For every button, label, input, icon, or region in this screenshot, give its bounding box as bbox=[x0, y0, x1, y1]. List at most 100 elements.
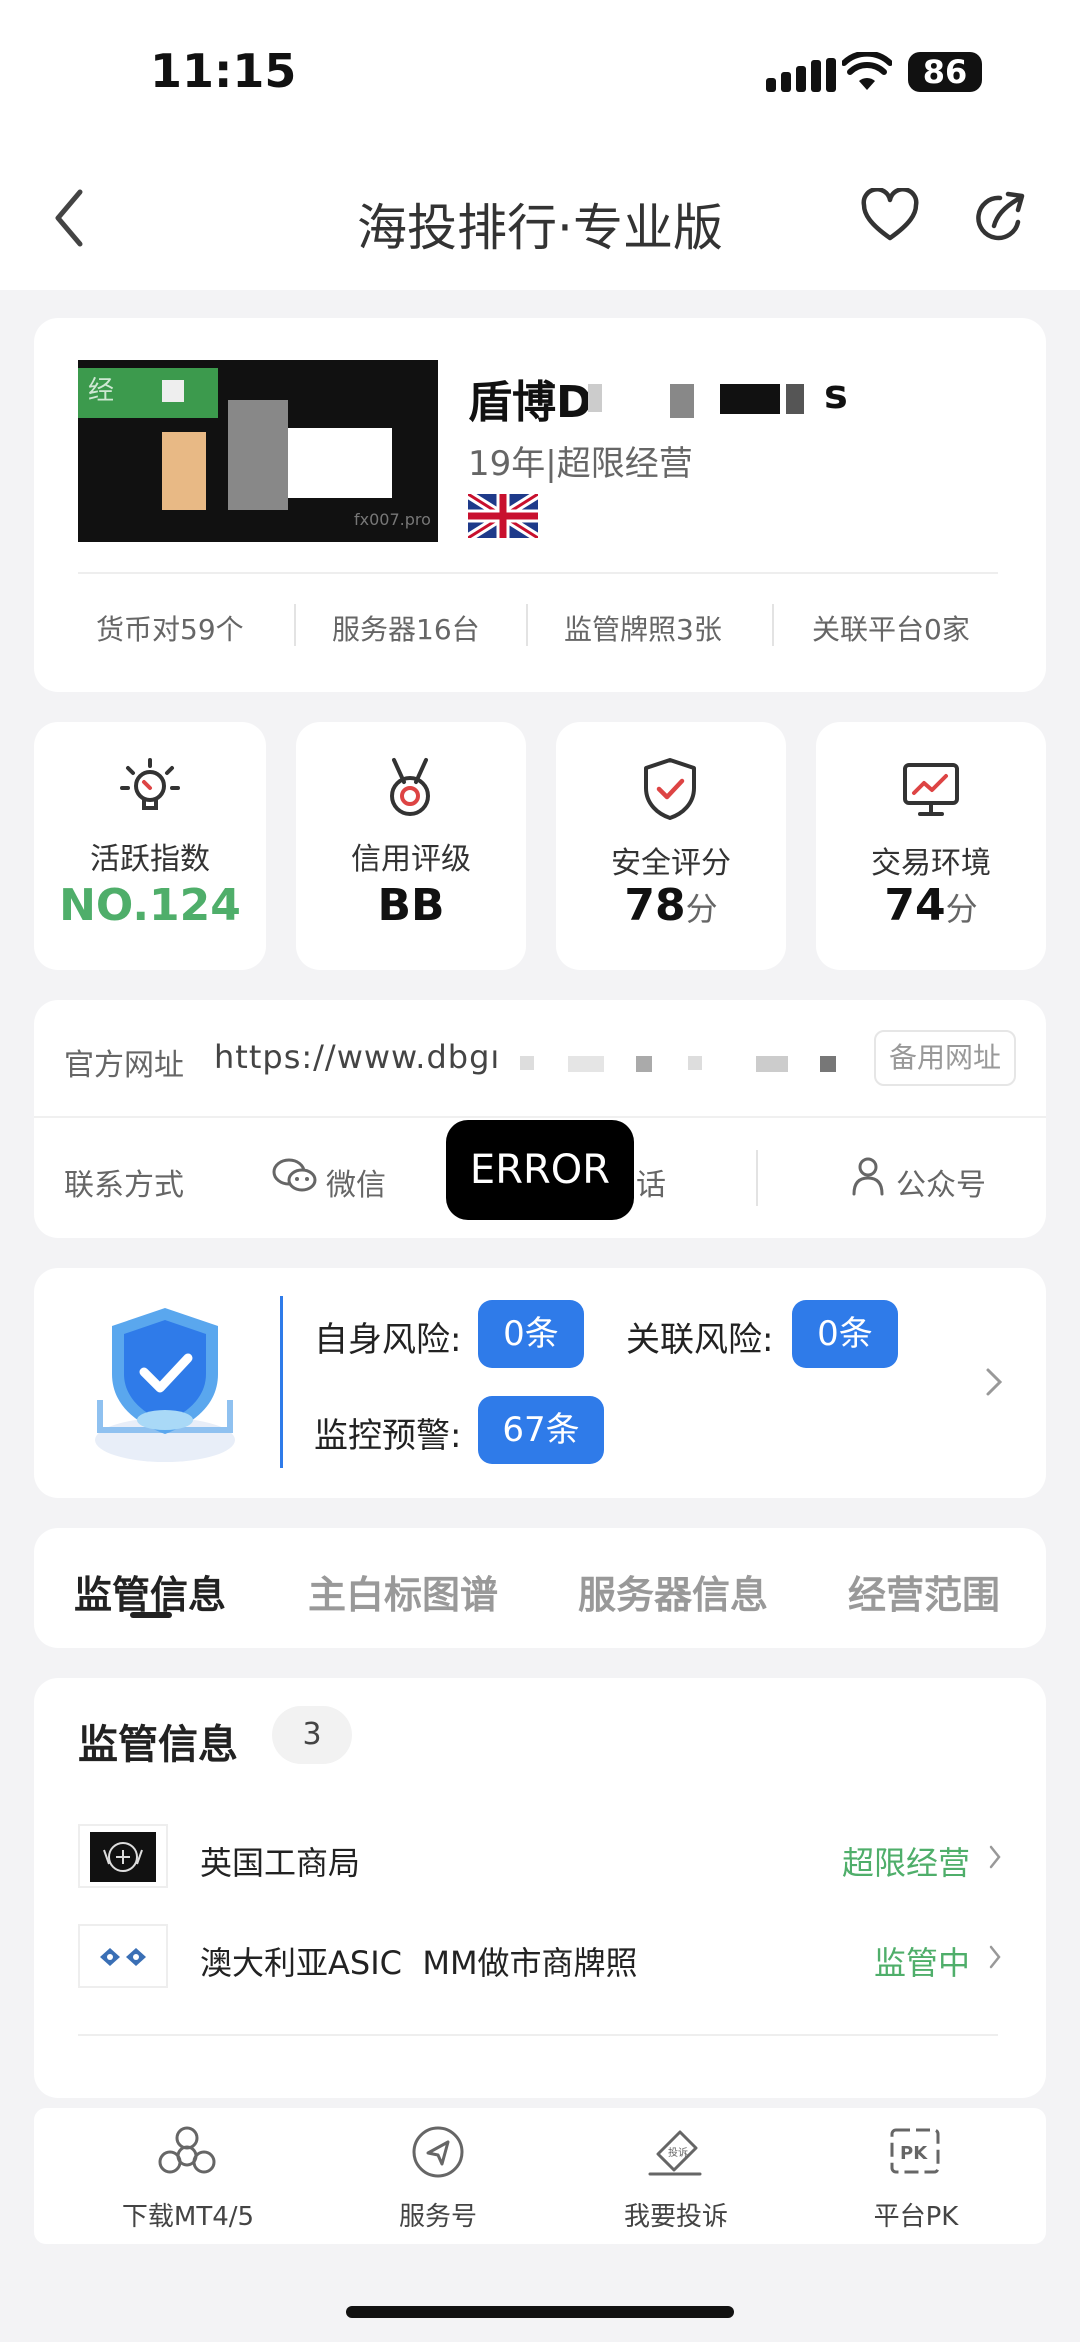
regulation-count-badge: 3 bbox=[272, 1706, 352, 1764]
regulation-divider bbox=[78, 2034, 998, 2036]
license-badge-text: 经 bbox=[88, 376, 115, 406]
error-toast: ERROR bbox=[446, 1120, 634, 1220]
name-mosaic bbox=[720, 384, 780, 414]
metric-label-environment: 交易环境 bbox=[871, 846, 991, 881]
tab-server-info[interactable]: 服务器信息 bbox=[578, 1564, 768, 1619]
tab-business-scope[interactable]: 经营范围 bbox=[848, 1564, 1000, 1619]
risk-divider bbox=[280, 1296, 283, 1468]
self-risk-value[interactable]: 0条 bbox=[478, 1300, 584, 1368]
metric-value-security: 78分 bbox=[556, 880, 786, 931]
nav-service-account[interactable]: 服务号 bbox=[350, 2196, 526, 2233]
website-url[interactable]: https://www.dbgı bbox=[214, 1038, 500, 1076]
logo-mosaic bbox=[162, 432, 206, 510]
logo-mosaic bbox=[228, 400, 288, 510]
wifi-icon bbox=[841, 50, 893, 92]
metric-value-activity: NO.124 bbox=[59, 880, 241, 931]
phone-label[interactable]: 话 bbox=[636, 1160, 666, 1204]
backup-url-label: 备用网址 bbox=[888, 1041, 1001, 1074]
metric-number-environment: 74 bbox=[884, 880, 946, 931]
logo-mosaic bbox=[288, 428, 392, 498]
crest-icon bbox=[90, 1832, 156, 1882]
chevron-right-icon[interactable] bbox=[988, 1944, 1002, 1970]
row-divider bbox=[34, 1116, 1046, 1118]
signal-icon bbox=[766, 58, 838, 92]
pk-icon[interactable]: PK bbox=[888, 2126, 942, 2178]
regulator-status[interactable]: 监管中 bbox=[874, 1938, 970, 1984]
metric-label-activity: 活跃指数 bbox=[90, 842, 210, 877]
monitor-label: 监控预警: bbox=[314, 1416, 462, 1456]
shield-illustration-icon bbox=[80, 1290, 250, 1470]
stat-licenses: 监管牌照3张 bbox=[564, 613, 722, 646]
shield-check-icon bbox=[640, 756, 700, 822]
url-mosaic bbox=[520, 1056, 534, 1070]
stat-divider bbox=[772, 604, 774, 646]
name-mosaic bbox=[786, 384, 804, 414]
logo-watermark: fx007.pro bbox=[354, 510, 431, 529]
mt4-download-icon[interactable] bbox=[156, 2124, 218, 2182]
contact-label: 联系方式 bbox=[64, 1168, 184, 1203]
medal-icon bbox=[380, 756, 440, 820]
person-icon[interactable] bbox=[850, 1156, 886, 1196]
official-account-label[interactable]: 公众号 bbox=[896, 1160, 986, 1204]
website-label: 官方网址 bbox=[64, 1048, 184, 1083]
stat-servers: 服务器16台 bbox=[332, 613, 480, 646]
metric-label-credit: 信用评级 bbox=[351, 842, 471, 877]
broker-info: 19年|超限经营 bbox=[468, 444, 693, 484]
complaint-icon[interactable]: 投诉 bbox=[646, 2124, 704, 2180]
status-time: 11:15 bbox=[150, 44, 297, 98]
regulator-name[interactable]: 澳大利亚ASIC MM做市商牌照 bbox=[200, 1938, 638, 1984]
asic-logo-icon bbox=[92, 1944, 154, 1970]
home-indicator[interactable] bbox=[346, 2306, 734, 2318]
broker-name: 盾博D bbox=[468, 366, 593, 428]
contact-divider bbox=[756, 1150, 758, 1206]
nav-download-mt4[interactable]: 下载MT4/5 bbox=[100, 2196, 276, 2233]
card-divider bbox=[78, 572, 998, 574]
heart-icon[interactable] bbox=[860, 187, 920, 244]
name-mosaic bbox=[588, 384, 602, 412]
error-toast-text: ERROR bbox=[469, 1147, 611, 1193]
stat-currency-pairs: 货币对59个 bbox=[96, 613, 244, 646]
asic-regulator-logo bbox=[78, 1924, 168, 1988]
send-icon[interactable] bbox=[410, 2124, 466, 2180]
monitor-value[interactable]: 67条 bbox=[478, 1396, 604, 1464]
url-mosaic bbox=[756, 1056, 788, 1072]
tab-white-label[interactable]: 主白标图谱 bbox=[308, 1564, 498, 1619]
nav-complaint[interactable]: 我要投诉 bbox=[588, 2196, 764, 2233]
battery-indicator: 86 bbox=[908, 52, 982, 92]
regulator-name[interactable]: 英国工商局 bbox=[200, 1838, 360, 1884]
metric-unit-environment: 分 bbox=[945, 890, 978, 928]
broker-logo: 经 fx007.pro bbox=[78, 360, 438, 542]
wechat-label[interactable]: 微信 bbox=[326, 1160, 386, 1204]
chevron-right-icon[interactable] bbox=[984, 1366, 1004, 1398]
chevron-right-icon[interactable] bbox=[988, 1844, 1002, 1870]
tab-regulation[interactable]: 监管信息 bbox=[74, 1564, 226, 1619]
url-mosaic bbox=[820, 1056, 836, 1072]
broker-name-tail: s bbox=[824, 372, 848, 418]
stat-divider bbox=[294, 604, 296, 646]
regulator-status[interactable]: 超限经营 bbox=[842, 1838, 970, 1884]
logo-mosaic bbox=[162, 380, 184, 402]
backup-url-button[interactable]: 备用网址 bbox=[874, 1030, 1016, 1086]
url-mosaic bbox=[636, 1056, 652, 1072]
stat-related: 关联平台0家 bbox=[812, 613, 970, 646]
metric-value-credit: BB bbox=[377, 880, 445, 931]
name-mosaic bbox=[670, 384, 694, 418]
stat-divider bbox=[526, 604, 528, 646]
tab-active-indicator bbox=[130, 1612, 172, 1618]
monitor-chart-icon bbox=[900, 760, 962, 820]
regulation-title: 监管信息 bbox=[78, 1722, 238, 1768]
uk-flag-icon bbox=[465, 490, 541, 542]
metric-label-security: 安全评分 bbox=[611, 846, 731, 881]
metric-value-environment: 74分 bbox=[816, 880, 1046, 931]
self-risk-label: 自身风险: bbox=[314, 1320, 462, 1360]
related-risk-value[interactable]: 0条 bbox=[792, 1300, 898, 1368]
wechat-icon[interactable] bbox=[272, 1156, 318, 1196]
metric-unit-security: 分 bbox=[685, 890, 718, 928]
share-icon[interactable] bbox=[970, 188, 1030, 248]
url-mosaic bbox=[688, 1056, 702, 1070]
metric-number-security: 78 bbox=[624, 880, 686, 931]
uk-regulator-logo bbox=[78, 1824, 168, 1888]
svg-text:PK: PK bbox=[900, 2143, 928, 2164]
nav-platform-pk[interactable]: 平台PK bbox=[828, 2196, 1004, 2233]
broker-name-text: 盾博D bbox=[468, 377, 593, 428]
